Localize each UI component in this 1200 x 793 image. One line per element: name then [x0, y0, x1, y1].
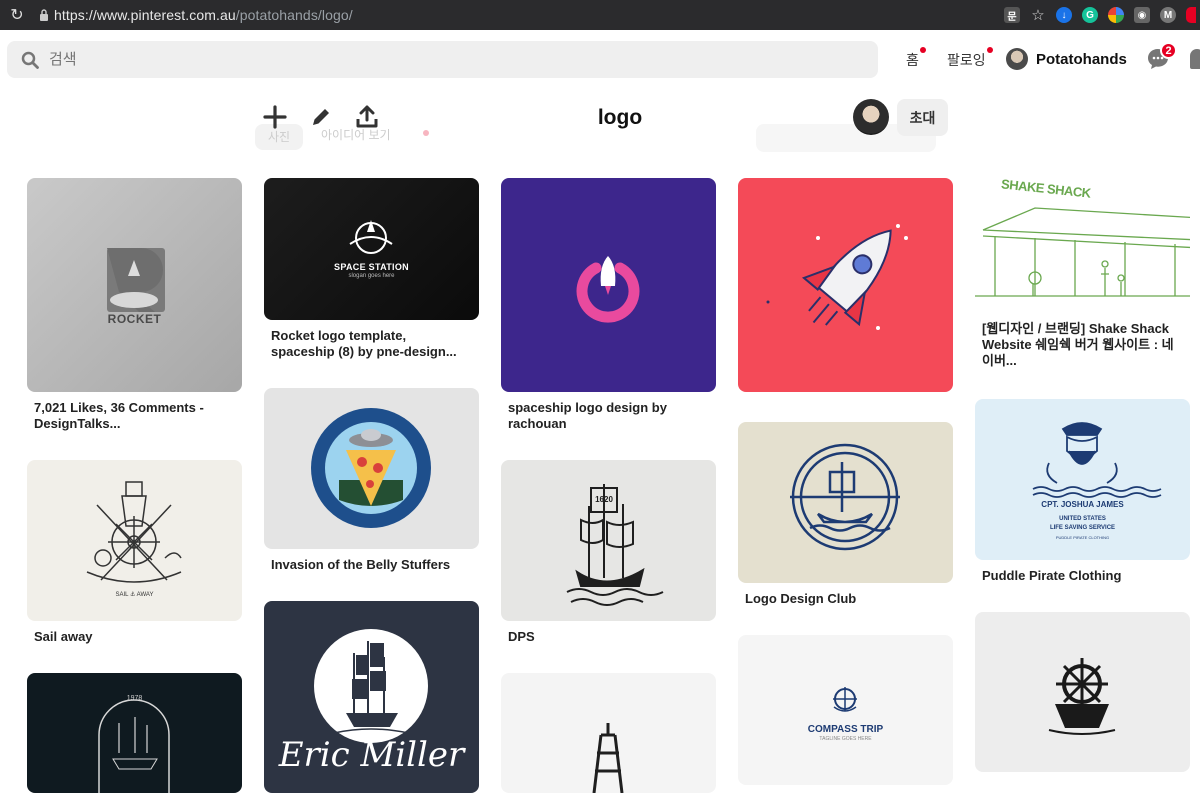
url-host: https://www.pinterest.com.au — [54, 7, 236, 23]
pin-card[interactable] — [501, 673, 716, 793]
url-path: /potatohands/logo/ — [235, 7, 353, 23]
pin-card[interactable]: COMPASS TRIP TAGLINE GOES HERE — [738, 635, 953, 785]
ghost-dot — [423, 130, 429, 136]
translate-icon[interactable]: 문 — [1004, 7, 1020, 23]
add-icon[interactable] — [263, 104, 287, 130]
pin-card[interactable]: Invasion of the Belly Stuffers — [264, 388, 479, 573]
board-owner-avatar[interactable] — [853, 99, 889, 135]
pin-caption[interactable]: spaceship logo design by rachouan — [501, 392, 716, 432]
pin-card[interactable]: 1620 DPS — [501, 460, 716, 645]
pin-card[interactable]: CPT. JOSHUA JAMES UNITED STATES LIFE SAV… — [975, 399, 1190, 584]
pin-caption[interactable]: Puddle Pirate Clothing — [975, 560, 1190, 584]
star-icon[interactable]: ☆ — [1030, 7, 1046, 24]
pin-image[interactable]: ROCKET — [27, 178, 242, 392]
pin-card[interactable]: Logo Design Club — [738, 422, 953, 607]
nav-following-label: 팔로잉 — [947, 52, 986, 68]
pin-card[interactable]: Eric Miller — [264, 601, 479, 793]
pin-image[interactable]: CPT. JOSHUA JAMES UNITED STATES LIFE SAV… — [975, 399, 1190, 560]
pin-image[interactable] — [501, 673, 716, 793]
pin-art-text: ROCKET — [107, 312, 162, 326]
address-bar[interactable]: https://www.pinterest.com.au/potatohands… — [54, 7, 353, 23]
pin-card[interactable]: SHAKE SHACK [웹디자인 / 브랜딩] Shake Shack Web… — [975, 178, 1190, 369]
pin-art-sub3: PUDDLE PIRATE CLOTHING — [1055, 535, 1110, 540]
pin-art-subtext: slogan goes here — [348, 273, 395, 279]
pin-art-text: SAIL ⚓ AWAY — [115, 592, 154, 598]
board-tools — [263, 104, 379, 130]
pin-image[interactable] — [975, 612, 1190, 772]
pin-image[interactable] — [501, 178, 716, 392]
nav-following[interactable]: 팔로잉 — [947, 47, 993, 70]
pin-card[interactable]: ROCKET 7,021 Likes, 36 Comments - Design… — [27, 178, 242, 432]
home-notification-dot — [919, 47, 926, 53]
camera-icon[interactable]: ◉ — [1134, 7, 1150, 23]
ghost-tab-photos: 사진 — [268, 130, 291, 144]
download-icon[interactable]: ↓ — [1056, 7, 1072, 23]
pin-card[interactable] — [975, 612, 1190, 772]
pin-art-sub2: LIFE SAVING SERVICE — [1049, 525, 1116, 531]
pinterest-ext-icon[interactable] — [1186, 7, 1196, 23]
board-title: logo — [597, 106, 643, 129]
pin-image[interactable]: 1620 — [501, 460, 716, 621]
pin-image[interactable]: COMPASS TRIP TAGLINE GOES HERE — [738, 635, 953, 785]
avatar — [1006, 48, 1028, 70]
pin-card[interactable]: 1978 — [27, 673, 242, 793]
edit-icon[interactable] — [309, 104, 333, 130]
pin-caption[interactable]: Logo Design Club — [738, 583, 953, 607]
pin-art-text: 1978 — [126, 695, 143, 702]
pin-caption[interactable]: Rocket logo template, spaceship (8) by p… — [264, 320, 479, 360]
message-count-badge: 2 — [1160, 42, 1177, 59]
profile-m-icon[interactable]: M — [1160, 7, 1176, 23]
following-notification-dot — [986, 47, 993, 53]
grammarly-icon[interactable]: G — [1082, 7, 1098, 23]
pin-caption[interactable]: [웹디자인 / 브랜딩] Shake Shack Website 쉐임쉑 버거 … — [975, 313, 1190, 369]
top-bar: 홈 팔로잉 Potatohands 2 — [0, 30, 1200, 90]
nav-home-label: 홈 — [906, 52, 919, 68]
search-icon — [21, 51, 39, 69]
search-bar[interactable] — [7, 41, 878, 78]
pin-card[interactable] — [738, 178, 953, 392]
pin-art-text: COMPASS TRIP — [807, 724, 884, 735]
pin-card[interactable]: SPACE STATION slogan goes here Rocket lo… — [264, 178, 479, 360]
pin-caption[interactable]: DPS — [501, 621, 716, 645]
share-icon[interactable] — [355, 104, 379, 130]
pin-card[interactable]: spaceship logo design by rachouan — [501, 178, 716, 432]
username: Potatohands — [1036, 50, 1127, 68]
pin-caption[interactable]: Invasion of the Belly Stuffers — [264, 549, 479, 573]
pin-card[interactable]: SAIL ⚓ AWAY Sail away — [27, 460, 242, 645]
pin-caption[interactable]: Sail away — [27, 621, 242, 645]
invite-button[interactable]: 초대 — [897, 99, 948, 136]
reload-icon[interactable]: ↻ — [0, 5, 34, 25]
pin-art-text: Eric Miller — [278, 735, 465, 775]
notifications-icon[interactable] — [1190, 49, 1200, 69]
pin-caption[interactable]: 7,021 Likes, 36 Comments - DesignTalks..… — [27, 392, 242, 432]
extension-icon[interactable] — [1108, 7, 1124, 23]
pin-image[interactable]: Eric Miller — [264, 601, 479, 793]
pin-image[interactable]: SHAKE SHACK — [975, 178, 1190, 313]
pin-image[interactable] — [738, 178, 953, 392]
pin-art-sub1: UNITED STATES — [1059, 516, 1106, 522]
pin-art-text: 1620 — [595, 495, 613, 504]
pin-image[interactable] — [738, 422, 953, 583]
pin-art-text: SPACE STATION — [334, 262, 409, 272]
pin-image[interactable]: SPACE STATION slogan goes here — [264, 178, 479, 320]
pin-image[interactable]: 1978 — [27, 673, 242, 793]
browser-toolbar: ↻ https://www.pinterest.com.au/potatohan… — [0, 0, 1200, 30]
profile-link[interactable]: Potatohands — [1006, 48, 1127, 70]
search-input[interactable] — [49, 51, 849, 68]
lock-icon[interactable] — [34, 9, 54, 21]
pin-art-subtext: TAGLINE GOES HERE — [819, 736, 872, 742]
extensions-bar: 문 ☆ ↓ G ◉ M — [1004, 0, 1200, 30]
pin-image[interactable] — [264, 388, 479, 549]
pin-art-text: CPT. JOSHUA JAMES — [1041, 500, 1124, 509]
pin-image[interactable]: SAIL ⚓ AWAY — [27, 460, 242, 621]
nav-home[interactable]: 홈 — [906, 47, 926, 70]
